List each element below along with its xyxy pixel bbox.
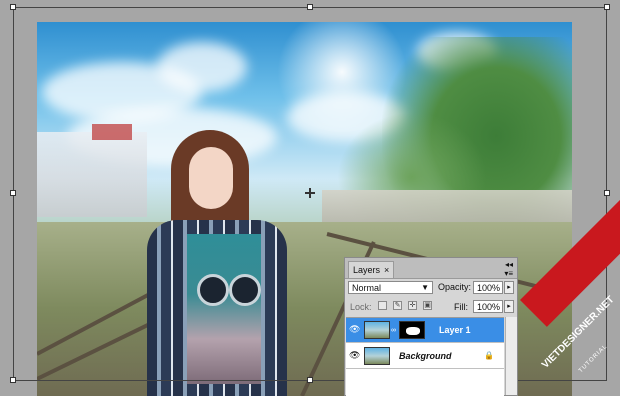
layer-thumbnail xyxy=(364,347,390,365)
layer-row-background[interactable]: 👁 Background 🔒 xyxy=(346,344,504,369)
layer-row-layer-1[interactable]: 👁 ∞ Layer 1 xyxy=(346,318,504,343)
blend-mode-value: Normal xyxy=(352,283,382,293)
link-icon[interactable]: ∞ xyxy=(391,327,396,334)
tab-layers[interactable]: Layers × xyxy=(348,261,395,278)
fill-field[interactable]: 100% xyxy=(473,300,503,313)
layer-name[interactable]: Layer 1 xyxy=(439,325,471,335)
layers-scrollbar[interactable] xyxy=(505,317,517,395)
eye-icon[interactable]: 👁 xyxy=(349,325,360,334)
tab-label: Layers xyxy=(353,265,381,275)
transform-handle[interactable] xyxy=(10,377,16,383)
panel-menu-icon[interactable]: ▾≡ xyxy=(504,269,513,278)
opacity-label: Opacity: xyxy=(438,282,472,292)
blend-row: Normal ▼ Opacity: 100% ▸ xyxy=(348,281,514,295)
layers-list: 👁 ∞ Layer 1 👁 Background 🔒 xyxy=(346,317,504,396)
transform-handle[interactable] xyxy=(604,190,610,196)
chevron-down-icon: ▼ xyxy=(421,283,429,292)
close-icon[interactable]: × xyxy=(384,265,389,275)
move-icon[interactable]: ✛ xyxy=(408,301,417,310)
lock-icon: 🔒 xyxy=(484,351,494,360)
lock-row: Lock: ✎ ✛ ▣ Fill: 100% ▸ xyxy=(348,300,514,314)
pixel-lock-icon[interactable] xyxy=(378,301,387,310)
layer-mask-thumbnail[interactable] xyxy=(399,321,425,339)
panel-tab-bar: Layers × ◂◂ ▾≡ xyxy=(345,258,517,279)
transform-handle[interactable] xyxy=(307,377,313,383)
fill-slider-button[interactable]: ▸ xyxy=(504,300,514,313)
fill-label: Fill: xyxy=(454,302,468,312)
layers-panel: Layers × ◂◂ ▾≡ Normal ▼ Opacity: 100% ▸ L… xyxy=(344,257,518,396)
blend-mode-select[interactable]: Normal ▼ xyxy=(348,281,433,294)
lock-label: Lock: xyxy=(350,302,372,312)
eye-icon[interactable]: 👁 xyxy=(349,351,360,360)
crosshair-icon[interactable] xyxy=(305,188,315,198)
brush-icon[interactable]: ✎ xyxy=(393,301,402,310)
canvas-area[interactable] xyxy=(0,0,620,396)
transform-handle[interactable] xyxy=(10,4,16,10)
layer-name[interactable]: Background xyxy=(399,351,452,361)
opacity-slider-button[interactable]: ▸ xyxy=(504,281,514,294)
transform-handle[interactable] xyxy=(604,4,610,10)
opacity-field[interactable]: 100% xyxy=(473,281,503,294)
layer-thumbnail xyxy=(364,321,390,339)
collapse-icon[interactable]: ◂◂ xyxy=(505,260,513,269)
transform-handle[interactable] xyxy=(10,190,16,196)
lock-icon[interactable]: ▣ xyxy=(423,301,432,310)
transform-handle[interactable] xyxy=(307,4,313,10)
